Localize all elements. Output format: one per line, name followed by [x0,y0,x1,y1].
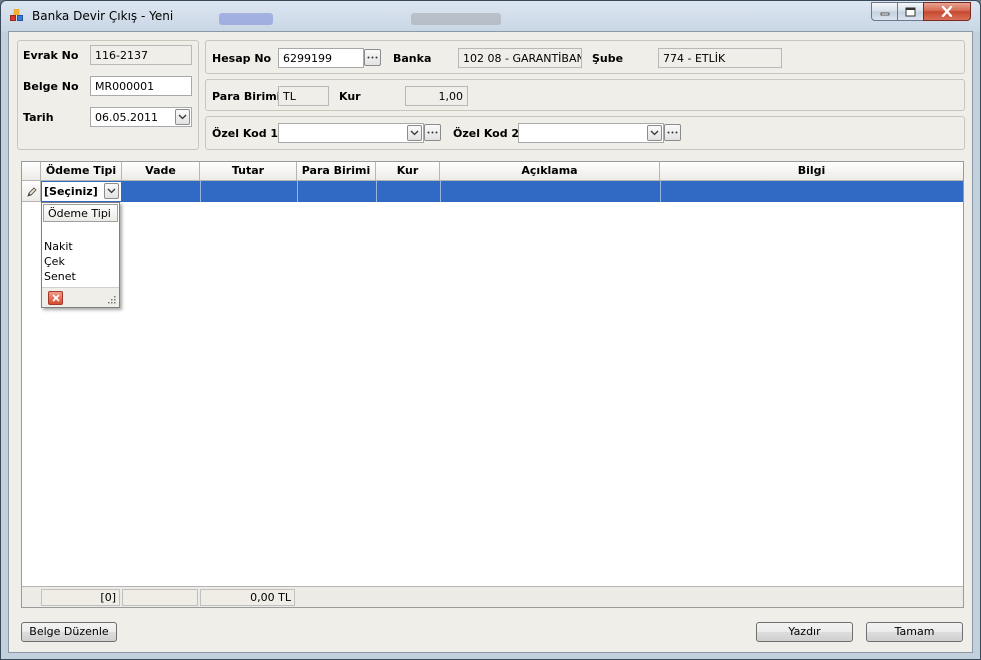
payment-grid[interactable]: Ödeme Tipi Vade Tutar Para Birimi Kur Aç… [21,161,964,608]
clear-selection-button[interactable] [48,291,63,305]
ozel-kod-2-label: Özel Kod 2 [453,127,520,140]
kur-label: Kur [339,90,361,103]
total-amount-summary: 0,00 TL [200,589,295,606]
column-header-odeme-tipi[interactable]: Ödeme Tipi [41,162,122,181]
close-icon [941,6,953,17]
dropdown-column-header: Ödeme Tipi [43,204,118,222]
grid-header: Ödeme Tipi Vade Tutar Para Birimi Kur Aç… [22,162,963,181]
minimize-button[interactable] [871,2,898,21]
yazdir-button[interactable]: Yazdır [756,622,853,642]
column-header-vade[interactable]: Vade [122,162,200,181]
ozel-kod-2-lookup-button[interactable] [664,124,681,141]
cell-divider [660,181,661,202]
form-client-area: Evrak No 116-2137 Belge No MR000001 Tari… [8,31,973,653]
ozel-kod-1-label: Özel Kod 1 [212,127,279,140]
cell-divider [376,181,377,202]
grid-corner [22,162,41,181]
close-button[interactable] [923,2,971,21]
background-blur [219,13,273,25]
chevron-down-icon [410,130,419,136]
column-header-tutar[interactable]: Tutar [200,162,297,181]
window: Banka Devir Çıkış - Yeni Evrak No 116-21… [0,0,981,660]
evrak-no-label: Evrak No [23,49,79,62]
belge-no-label: Belge No [23,80,79,93]
hesap-no-lookup-button[interactable] [364,49,381,66]
ellipsis-icon [667,131,678,134]
ellipsis-icon [427,131,438,134]
odeme-tipi-dropdown-list[interactable]: Ödeme Tipi Nakit Çek Senet [41,202,120,308]
tarih-dropdown-button[interactable] [175,109,190,125]
column-header-bilgi[interactable]: Bilgi [660,162,963,181]
pencil-icon [27,187,37,197]
chevron-down-icon [178,114,187,120]
dropdown-footer [42,287,119,307]
tamam-button[interactable]: Tamam [866,622,963,642]
resize-grip-icon[interactable] [107,295,116,304]
belge-no-field[interactable]: MR000001 [90,76,192,96]
dropdown-item-cek[interactable]: Çek [44,255,65,268]
evrak-no-field: 116-2137 [90,45,192,65]
odeme-tipi-dropdown-button[interactable] [104,183,119,199]
sube-field: 774 - ETLİK [658,48,782,68]
column-header-kur[interactable]: Kur [376,162,440,181]
column-header-aciklama[interactable]: Açıklama [440,162,660,181]
title-bar[interactable]: Banka Devir Çıkış - Yeni [1,1,980,31]
chevron-down-icon [650,130,659,136]
ozel-kod-1-field[interactable] [278,123,424,143]
restore-icon [905,7,916,16]
column-header-para-birimi[interactable]: Para Birimi [297,162,376,181]
ozel-kod-1-lookup-button[interactable] [424,124,441,141]
cell-divider [440,181,441,202]
row-indicator[interactable] [22,181,41,202]
background-blur [411,13,501,25]
vade-summary [122,589,198,606]
table-row[interactable] [41,181,963,202]
window-title: Banka Devir Çıkış - Yeni [32,9,174,23]
maximize-button[interactable] [897,2,924,21]
odeme-tipi-value: [Seçiniz] [44,185,98,198]
minimize-icon [880,12,889,15]
banka-label: Banka [393,52,432,65]
tarih-label: Tarih [23,111,54,124]
banka-field: 102 08 - GARANTİBANK [458,48,582,68]
dropdown-item-nakit[interactable]: Nakit [44,240,73,253]
ozel-kod-1-dropdown-button[interactable] [407,125,422,141]
row-count-summary: [0] [41,589,120,606]
ellipsis-icon [367,56,378,59]
odeme-tipi-cell-editor[interactable]: [Seçiniz] [41,181,122,202]
belge-duzenle-button[interactable]: Belge Düzenle [21,622,117,642]
grid-footer: [0] 0,00 TL [22,586,963,607]
ozel-kod-2-dropdown-button[interactable] [647,125,662,141]
sube-label: Şube [592,52,624,65]
ozel-kod-2-field[interactable] [518,123,664,143]
cell-divider [297,181,298,202]
para-birimi-field: TL [278,86,329,106]
tarih-value: 06.05.2011 [95,111,158,124]
app-icon [10,9,23,21]
cell-divider [200,181,201,202]
para-birimi-label: Para Birimi [212,90,281,103]
close-icon [51,294,60,302]
chevron-down-icon [107,188,116,194]
hesap-no-field[interactable]: 6299199 [278,48,364,68]
hesap-no-label: Hesap No [212,52,272,65]
kur-field: 1,00 [405,86,468,106]
dropdown-item-senet[interactable]: Senet [44,270,76,283]
